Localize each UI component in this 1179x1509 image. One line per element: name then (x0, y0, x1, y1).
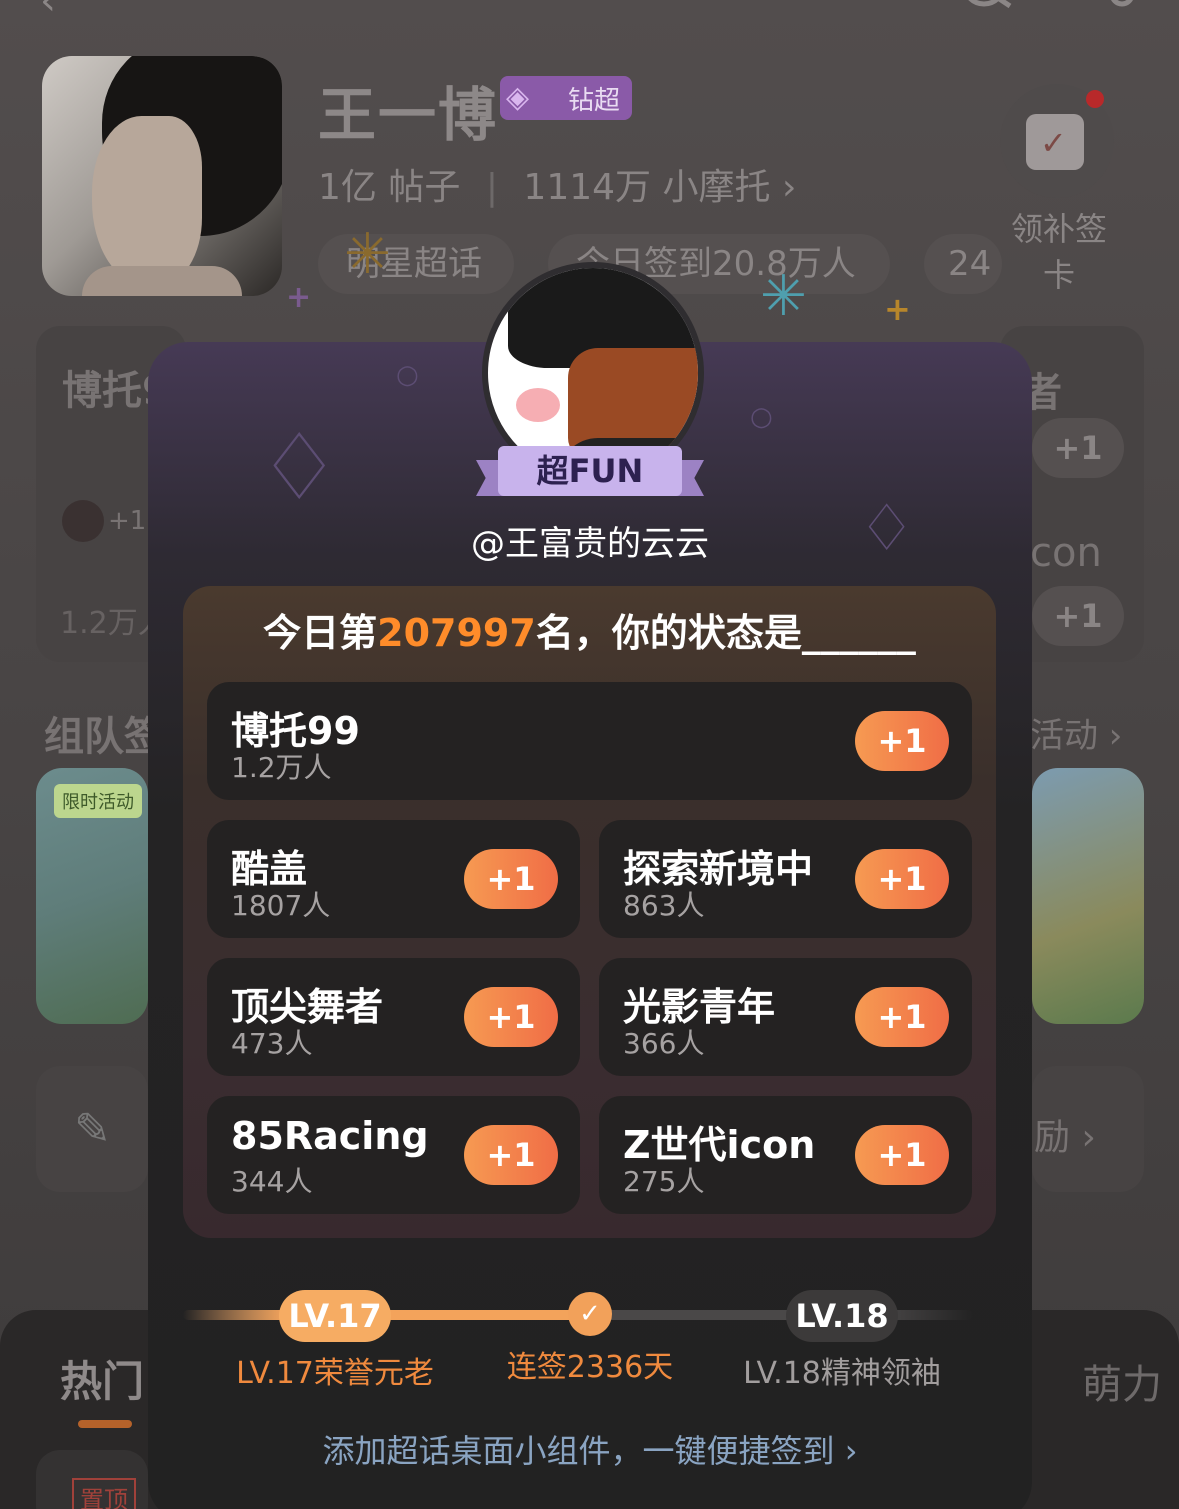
activity-tile-left[interactable]: 限时活动 (36, 768, 148, 1024)
edit-icon: ✎ (74, 1104, 111, 1155)
tab-right[interactable]: 萌力 (1082, 1352, 1162, 1410)
team-section-more[interactable]: 活动 › (1030, 708, 1122, 757)
group-count: 275人 (623, 1165, 705, 1198)
notification-dot (1086, 90, 1104, 108)
tab-hot[interactable]: 热门 (60, 1348, 144, 1409)
group-card-kugai[interactable]: 酷盖 1807人 +1 (207, 820, 580, 938)
pinned-tag: 置顶 (72, 1478, 136, 1509)
join-group-button[interactable]: +1 (464, 849, 558, 909)
star-stats: 1亿 帖子 | 1114万 小摩托 › (318, 167, 797, 208)
calendar-check-icon (1026, 114, 1084, 170)
ring-decor-icon: ○ (750, 402, 773, 432)
check-icon: ✓ (568, 1292, 612, 1336)
star-avatar[interactable] (42, 56, 282, 296)
diamond-badge[interactable]: ◈ 钻超 (500, 76, 632, 120)
join-group-button[interactable]: +1 (464, 1125, 558, 1185)
group-count: 1.2万人 (231, 751, 332, 784)
fun-badge: 超FUN (476, 446, 704, 502)
group-card-botuo99[interactable]: 博托99 1.2万人 +1 (207, 682, 972, 800)
group-card-zicon[interactable]: Z世代icon 275人 +1 (599, 1096, 972, 1214)
join-group-button[interactable]: +1 (855, 1125, 949, 1185)
join-group-button[interactable]: +1 (855, 849, 949, 909)
rank-line: 今日第207997名，你的状态是______ (263, 611, 916, 655)
sparkle-icon: + (884, 290, 911, 328)
makeup-checkin-label: 领补签卡 (1010, 210, 1107, 294)
group-count: 1807人 (231, 889, 331, 922)
tab-hot-indicator (78, 1420, 132, 1428)
group-count: 366人 (623, 1027, 705, 1060)
rank-pill[interactable]: 24 (924, 234, 1002, 294)
diamond-decor-icon: ♢ (258, 414, 341, 521)
group-name: 85Racing (231, 1114, 429, 1158)
badge-label: 钻超 (567, 85, 620, 116)
search-icon[interactable] (956, 0, 1016, 34)
rank-number: 207997 (377, 611, 536, 655)
group-count: 863人 (623, 889, 705, 922)
current-level-badge: LV.17 (279, 1290, 391, 1342)
streak-days: 连签2336天 (506, 1350, 674, 1385)
group-card-dancer[interactable]: 顶尖舞者 473人 +1 (207, 958, 580, 1076)
right-item-title-2: con (1030, 530, 1102, 576)
group-card-85racing[interactable]: 85Racing 344人 +1 (207, 1096, 580, 1214)
username: @王富贵的云云 (471, 524, 709, 564)
left-group-plus: +1 (108, 506, 147, 536)
group-card-tansuo[interactable]: 探索新境中 863人 +1 (599, 820, 972, 938)
left-member-avatar (62, 500, 104, 542)
fun-badge-label: 超FUN (498, 446, 682, 496)
join-group-button[interactable]: +1 (464, 987, 558, 1047)
join-group-button[interactable]: +1 (855, 987, 949, 1047)
next-level-badge: LV.18 (786, 1290, 898, 1342)
team-section-title: 组队签 (44, 714, 148, 760)
group-count: 473人 (231, 1027, 313, 1060)
share-icon[interactable] (1076, 0, 1136, 34)
group-card-guangying[interactable]: 光影青年 366人 +1 (599, 958, 972, 1076)
add-widget-link[interactable]: 添加超话桌面小组件，一键便捷签到 › (148, 1426, 1032, 1472)
sparkle-icon: + (286, 280, 312, 315)
ring-decor-icon: ○ (396, 360, 419, 390)
right-plus-button-2[interactable]: +1 (1032, 586, 1124, 646)
group-count: 344人 (231, 1165, 313, 1198)
activity-tile-right[interactable] (1032, 768, 1144, 1024)
join-group-button[interactable]: +1 (855, 711, 949, 771)
chevron-right-icon: › (844, 1432, 858, 1470)
current-level-title: LV.17荣誉元老 (236, 1356, 434, 1391)
star-name: 王一博 (318, 81, 499, 149)
diamond-icon: ◈ (506, 80, 530, 115)
right-plus-button-1[interactable]: +1 (1032, 418, 1124, 478)
sparkle-burst-icon: ✳ (760, 264, 807, 329)
chevron-right-icon: › (781, 167, 797, 208)
sparkle-burst-icon: ✳ (344, 222, 391, 287)
back-icon[interactable]: ‹ (40, 0, 56, 24)
next-level-title: LV.18精神领袖 (743, 1356, 941, 1391)
post-row-right-label: 励 › (1034, 1117, 1096, 1158)
limited-activity-tag: 限时活动 (54, 784, 142, 818)
